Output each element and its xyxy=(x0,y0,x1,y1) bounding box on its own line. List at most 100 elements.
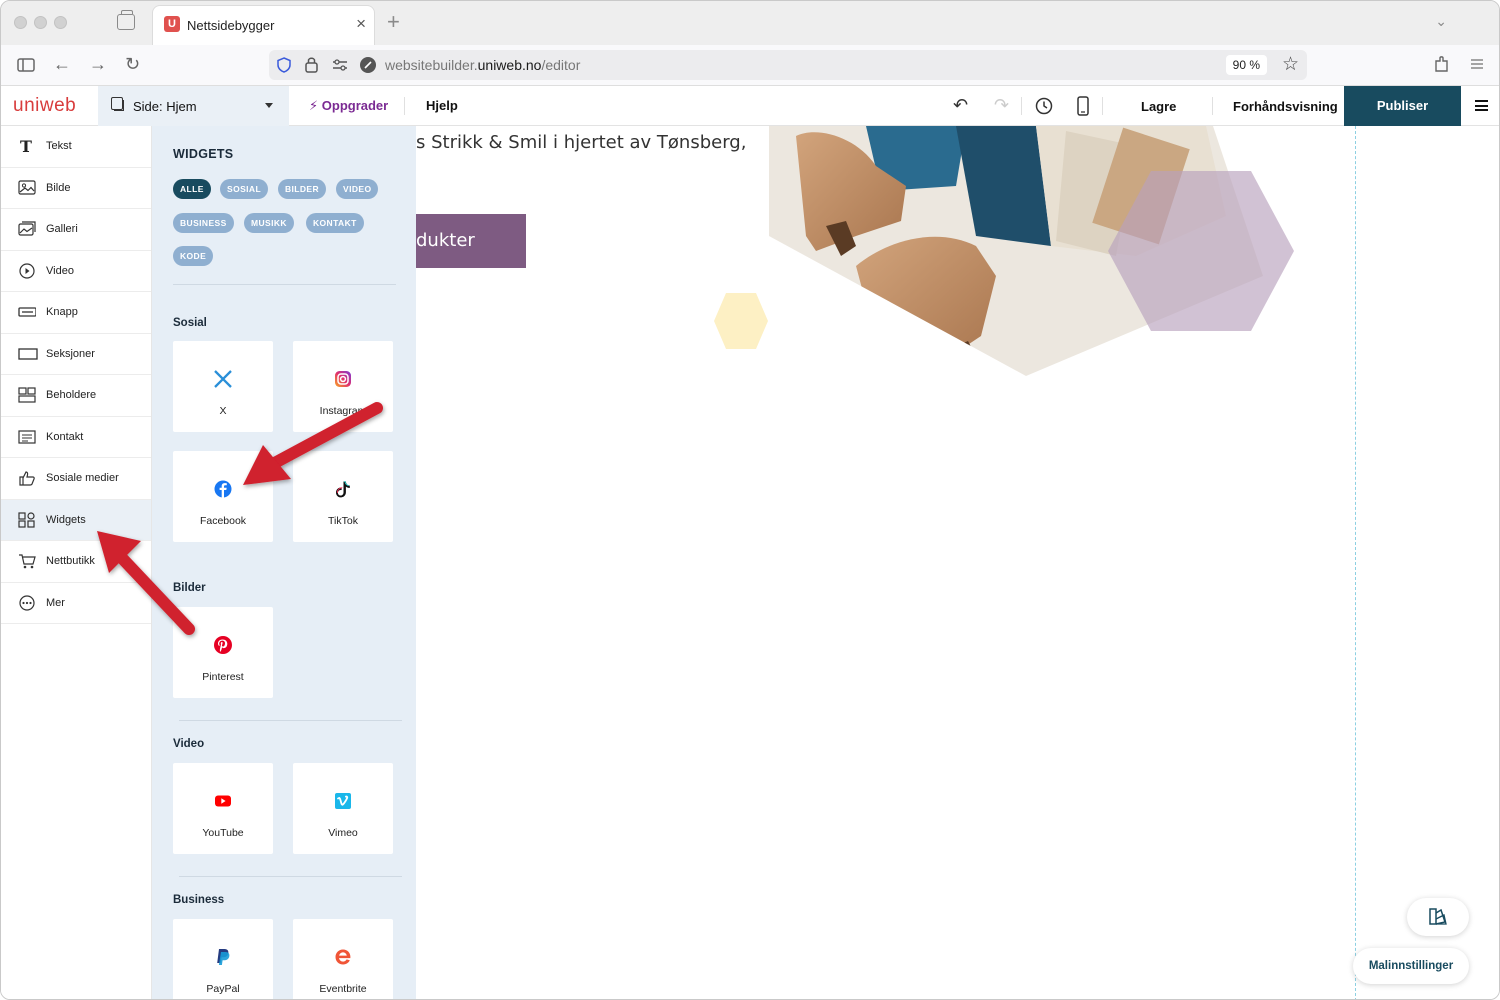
tiktok-icon xyxy=(335,481,350,498)
widget-card-eventbrite[interactable]: Eventbrite xyxy=(293,919,393,999)
section-title-bilder: Bilder xyxy=(173,582,206,594)
sidebar-item-label: Seksjoner xyxy=(46,347,95,360)
hero-products-button[interactable]: dukter xyxy=(416,214,526,268)
sidebar-item-beholdere[interactable]: Beholdere xyxy=(1,375,151,417)
section-icon xyxy=(18,347,38,360)
section-title-business: Business xyxy=(173,894,225,906)
section-title-video: Video xyxy=(173,738,205,750)
page-selector[interactable]: Side: Hjem xyxy=(98,86,289,126)
filter-chip-kontakt[interactable]: KONTAKT xyxy=(306,213,364,233)
url-text[interactable]: websitebuilder.uniweb.no/editor xyxy=(385,57,580,73)
help-link[interactable]: Hjelp xyxy=(426,98,458,113)
divider xyxy=(179,876,402,877)
filter-chip-kode[interactable]: KODE xyxy=(173,246,214,266)
design-settings-button[interactable] xyxy=(1407,898,1469,936)
widget-card-tiktok[interactable]: TikTok xyxy=(293,451,393,542)
instagram-icon xyxy=(335,371,351,387)
app-menu-icon[interactable] xyxy=(1469,56,1485,72)
sidebar-item-tekst[interactable]: T Tekst xyxy=(1,126,151,168)
sidebar-item-video[interactable]: Video xyxy=(1,251,151,292)
new-tab-icon[interactable]: + xyxy=(387,9,400,35)
bookmark-star-icon[interactable]: ☆ xyxy=(1282,53,1299,76)
widget-card-paypal[interactable]: PayPal xyxy=(173,919,273,999)
template-settings-button[interactable]: Malinnstillinger xyxy=(1353,948,1469,984)
sidebar-item-seksjoner[interactable]: Seksjoner xyxy=(1,334,151,375)
filter-chip-musikk[interactable]: MUSIKK xyxy=(244,213,294,233)
sidebar-item-label: Galleri xyxy=(46,223,78,235)
filter-chip-sosial[interactable]: SOSIAL xyxy=(220,179,269,199)
sidebar-item-label: Mer xyxy=(46,596,65,609)
widget-card-facebook[interactable]: Facebook xyxy=(173,451,273,542)
sidebar-item-galleri[interactable]: Galleri xyxy=(1,209,151,251)
tab-groups-icon[interactable] xyxy=(117,10,135,30)
button-icon xyxy=(18,307,36,317)
reload-icon[interactable]: ↻ xyxy=(125,54,140,75)
widget-label: TikTok xyxy=(328,515,358,527)
undo-icon[interactable]: ↶ xyxy=(953,95,968,116)
zoom-badge[interactable]: 90 % xyxy=(1225,55,1267,75)
widget-card-pinterest[interactable]: Pinterest xyxy=(173,607,273,698)
forward-icon[interactable]: → xyxy=(89,54,107,75)
filter-chip-bilder[interactable]: BILDER xyxy=(278,179,327,199)
close-window-dot[interactable] xyxy=(14,16,27,29)
hero-text[interactable]: s Strikk & Smil i hjertet av Tønsberg, xyxy=(416,132,746,153)
history-icon[interactable] xyxy=(1035,97,1053,115)
sidebar-item-widgets[interactable]: Widgets xyxy=(1,499,151,541)
panel-title: WIDGETS xyxy=(173,147,234,161)
permissions-icon[interactable] xyxy=(332,58,348,72)
sidebar-toggle-icon[interactable] xyxy=(17,57,35,73)
url-path: /editor xyxy=(541,57,581,73)
filter-chip-business[interactable]: BUSINESS xyxy=(173,213,234,233)
upgrade-button[interactable]: ⚡ Oppgrader xyxy=(309,98,388,114)
filter-chip-video[interactable]: VIDEO xyxy=(336,179,379,199)
mobile-view-icon[interactable] xyxy=(1077,96,1089,116)
preview-button[interactable]: Forhåndsvisning xyxy=(1233,99,1338,114)
url-prefix: websitebuilder. xyxy=(385,57,478,73)
thumbs-up-icon xyxy=(19,471,35,486)
pinterest-icon xyxy=(214,636,232,654)
sidebar-item-bilde[interactable]: Bilde xyxy=(1,168,151,209)
widget-card-x[interactable]: X xyxy=(173,341,273,432)
maximize-window-dot[interactable] xyxy=(54,16,67,29)
favicon-icon: U xyxy=(164,16,180,32)
sidebar-item-nettbutikk[interactable]: Nettbutikk xyxy=(1,541,151,583)
minimize-window-dot[interactable] xyxy=(34,16,47,29)
image-icon xyxy=(18,179,36,195)
browser-tab[interactable]: U Nettsidebygger × xyxy=(152,5,375,45)
sidebar-item-label: Kontakt xyxy=(46,430,84,443)
filter-chip-alle[interactable]: ALLE xyxy=(173,179,211,199)
widget-card-instagram[interactable]: Instagram xyxy=(293,341,393,432)
sidebar-item-label: Bilde xyxy=(46,181,71,194)
tab-list-chevron-icon[interactable]: ⌄ xyxy=(1435,13,1447,30)
divider xyxy=(1212,97,1213,115)
vimeo-icon xyxy=(335,793,351,809)
sidebar-item-label: Beholdere xyxy=(46,389,97,401)
svg-text:T: T xyxy=(20,138,32,154)
contact-icon xyxy=(18,429,36,444)
sidebar-item-kontakt[interactable]: Kontakt xyxy=(1,417,151,458)
widget-card-youtube[interactable]: YouTube xyxy=(173,763,273,854)
lightning-icon: ⚡ xyxy=(309,98,319,113)
yellow-hexagon-shape xyxy=(714,293,768,349)
widget-card-vimeo[interactable]: Vimeo xyxy=(293,763,393,854)
back-icon[interactable]: ← xyxy=(53,54,71,75)
tab-close-icon[interactable]: × xyxy=(356,14,366,34)
url-bar[interactable]: websitebuilder.uniweb.no/editor 90 % ☆ xyxy=(269,50,1307,80)
divider xyxy=(404,97,405,115)
sidebar-item-knapp[interactable]: Knapp xyxy=(1,292,151,334)
publish-button[interactable]: Publiser xyxy=(1344,86,1461,126)
hamburger-menu-icon[interactable] xyxy=(1475,100,1488,111)
sidebar-item-sosiale-medier[interactable]: Sosiale medier xyxy=(1,458,151,500)
lock-icon[interactable] xyxy=(305,56,318,73)
extensions-icon[interactable] xyxy=(1433,55,1449,73)
shield-icon[interactable] xyxy=(277,57,291,73)
uniweb-logo[interactable]: uniweb xyxy=(13,95,76,117)
page-selector-label: Side: Hjem xyxy=(133,99,197,114)
upgrade-label: Oppgrader xyxy=(321,98,389,113)
sidebar-item-label: Sosiale medier xyxy=(46,472,119,484)
sidebar-item-mer[interactable]: Mer xyxy=(1,583,151,624)
more-icon xyxy=(19,594,35,611)
video-icon xyxy=(19,262,35,279)
save-button[interactable]: Lagre xyxy=(1141,99,1176,114)
hero-image-hexagon[interactable] xyxy=(706,126,1326,386)
